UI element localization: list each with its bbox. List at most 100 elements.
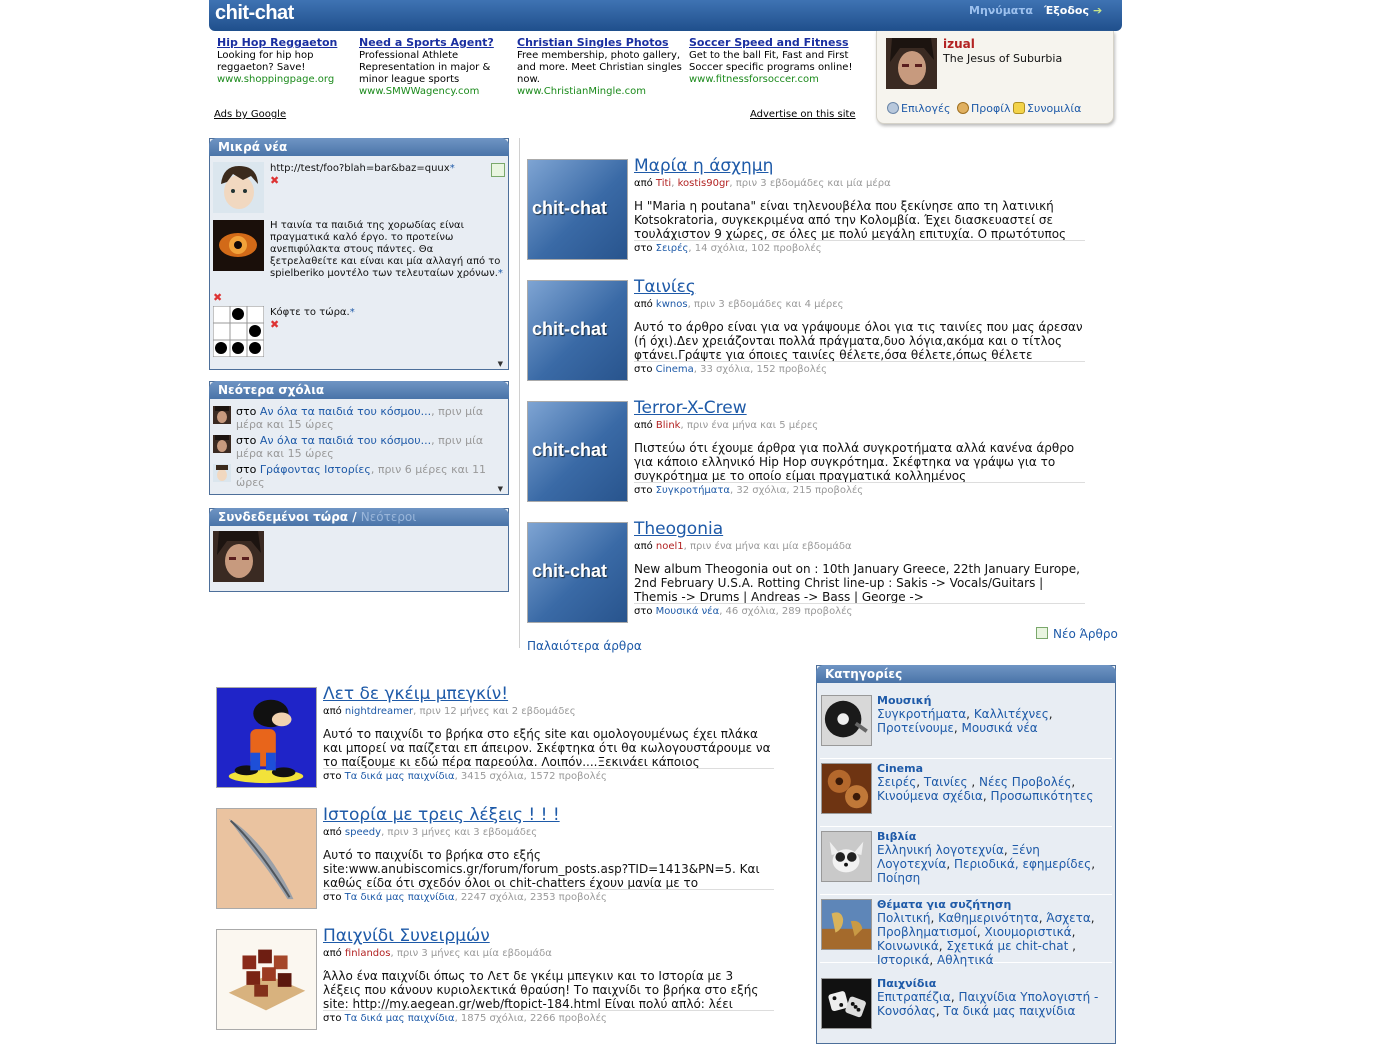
chat-button[interactable]: Συνομιλία <box>1013 102 1081 115</box>
category-link[interactable]: Τα δικά μας παιχνίδια <box>345 771 455 782</box>
category-image[interactable] <box>821 899 872 950</box>
user-name[interactable]: izual <box>943 37 975 51</box>
avatar[interactable] <box>213 531 264 582</box>
article-title[interactable]: Terror-X-Crew <box>634 398 747 418</box>
subcategory-link[interactable]: Κοινωνικά <box>877 939 939 953</box>
subcategory-link[interactable]: Ποίηση <box>877 871 920 885</box>
news-permalink[interactable]: * <box>498 268 503 279</box>
ad-2[interactable]: Need a Sports Agent? Professional Athlet… <box>359 37 511 98</box>
game-title[interactable]: Λετ δε γκέιμ μπεγκίν! <box>323 684 508 704</box>
ad-3[interactable]: Christian Singles Photos Free membership… <box>517 37 682 98</box>
article-title[interactable]: Theogonia <box>634 519 723 539</box>
category-image[interactable] <box>821 763 872 814</box>
category-image[interactable] <box>821 978 872 1029</box>
game-title[interactable]: Ιστορία με τρεις λέξεις ! ! ! <box>323 805 560 825</box>
subcategory-link[interactable]: Σειρές <box>877 775 916 789</box>
subcategory-link[interactable]: Συγκροτήματα <box>877 707 966 721</box>
category-name[interactable]: Cinema <box>877 762 923 775</box>
site-logo[interactable]: chit-chat <box>215 2 294 25</box>
delete-icon[interactable]: ✖ <box>270 174 279 187</box>
ads-by-google-link[interactable]: Ads by Google <box>214 109 286 120</box>
category-image[interactable] <box>821 831 872 882</box>
category-name[interactable]: Παιχνίδια <box>877 977 936 990</box>
category-name[interactable]: Βιβλία <box>877 830 916 843</box>
ad-4[interactable]: Soccer Speed and Fitness Get to the ball… <box>689 37 869 86</box>
ad-url[interactable]: www.fitnessforsoccer.com <box>689 74 869 86</box>
author-link[interactable]: Blink <box>656 420 681 431</box>
ad-title[interactable]: Need a Sports Agent? <box>359 37 511 49</box>
comment-link[interactable]: Γράφοντας Ιστορίες <box>260 463 371 476</box>
options-label[interactable]: Επιλογές <box>901 102 950 115</box>
subcategory-link[interactable]: Προβληματισμοί <box>877 925 977 939</box>
article-title[interactable]: Μαρία η άσχημη <box>634 156 773 176</box>
comment-link[interactable]: Αν όλα τα παιδιά του κόσμου... <box>260 434 431 447</box>
avatar[interactable] <box>213 435 231 453</box>
author-link[interactable]: speedy <box>345 827 381 838</box>
game-thumbnail[interactable] <box>216 929 317 1030</box>
category-name[interactable]: Μουσική <box>877 694 931 707</box>
article-thumbnail[interactable]: chit-chat <box>527 159 628 260</box>
subcategory-link[interactable]: Καθημερινότητα <box>938 911 1039 925</box>
author-link[interactable]: Titi <box>656 178 671 189</box>
subcategory-link[interactable]: Σχετικά με chit-chat <box>946 939 1072 953</box>
avatar[interactable] <box>213 306 264 357</box>
avatar[interactable] <box>213 162 264 213</box>
comment-link[interactable]: Αν όλα τα παιδιά του κόσμου... <box>260 405 431 418</box>
news-permalink[interactable]: * <box>350 307 355 318</box>
online-now-label[interactable]: Συνδεδεμένοι τώρα <box>218 510 348 524</box>
ad-title[interactable]: Hip Hop Reggaeton <box>217 37 352 49</box>
delete-icon[interactable]: ✖ <box>270 318 279 331</box>
author-link[interactable]: finlandos <box>345 948 391 959</box>
chat-label[interactable]: Συνομιλία <box>1027 102 1081 115</box>
subcategory-link[interactable]: Ταινίες <box>924 775 971 789</box>
category-link[interactable]: Συγκροτήματα <box>656 485 730 496</box>
article-thumbnail[interactable]: chit-chat <box>527 401 628 502</box>
subcategory-link[interactable]: Περιοδικά, εφημερίδες <box>954 857 1091 871</box>
ad-title[interactable]: Soccer Speed and Fitness <box>689 37 869 49</box>
subcategory-link[interactable]: Κινούμενα σχέδια <box>877 789 983 803</box>
category-name[interactable]: Θέματα για συζήτηση <box>877 898 1011 911</box>
subcategory-link[interactable]: Τα δικά μας παιχνίδια <box>944 1004 1076 1018</box>
scroll-down-icon[interactable]: ▼ <box>498 360 503 368</box>
author-link[interactable]: kwnos <box>656 299 688 310</box>
ad-1[interactable]: Hip Hop Reggaeton Looking for hip hop re… <box>217 37 352 86</box>
subcategory-link[interactable]: Μουσικά νέα <box>962 721 1038 735</box>
new-article-label[interactable]: Νέο Άρθρο <box>1053 627 1118 641</box>
exit-label[interactable]: Έξοδος <box>1044 4 1089 17</box>
messages-link[interactable]: Μηνύματα <box>969 4 1033 17</box>
profile-label[interactable]: Προφίλ <box>971 102 1010 115</box>
subcategory-link[interactable]: Ιστορικά <box>877 953 929 967</box>
avatar[interactable] <box>213 464 231 482</box>
subcategory-link[interactable]: Χιουμοριστικά <box>984 925 1071 939</box>
category-link[interactable]: Μουσικά νέα <box>656 606 720 617</box>
older-articles-link[interactable]: Παλαιότερα άρθρα <box>527 639 642 653</box>
ad-title[interactable]: Christian Singles Photos <box>517 37 682 49</box>
subcategory-link[interactable]: Προσωπικότητες <box>990 789 1093 803</box>
add-news-icon[interactable] <box>491 163 505 177</box>
subcategory-link[interactable]: Ελληνική λογοτεχνία <box>877 843 1004 857</box>
new-article-button[interactable]: Νέο Άρθρο <box>1036 627 1118 641</box>
subcategory-link[interactable]: Προτείνουμε <box>877 721 954 735</box>
subcategory-link[interactable]: Πολιτική <box>877 911 931 925</box>
scroll-down-icon[interactable]: ▼ <box>498 485 503 493</box>
subcategory-link[interactable]: Επιτραπέζια <box>877 990 951 1004</box>
news-permalink[interactable]: * <box>450 163 455 174</box>
category-link[interactable]: Σειρές <box>656 243 689 254</box>
ad-url[interactable]: www.SMWWagency.com <box>359 86 511 98</box>
author-link[interactable]: noel1 <box>656 541 684 552</box>
game-title[interactable]: Παιχνίδι Συνειρμών <box>323 926 490 946</box>
ad-url[interactable]: www.shoppingpage.org <box>217 74 352 86</box>
subcategory-link[interactable]: Νέες Προβολές <box>979 775 1071 789</box>
category-link[interactable]: Τα δικά μας παιχνίδια <box>345 892 455 903</box>
game-thumbnail[interactable] <box>216 808 317 909</box>
exit-link[interactable]: Έξοδος ➔ <box>1044 4 1102 17</box>
newest-users-link[interactable]: Νεότεροι <box>361 510 417 524</box>
author-link[interactable]: nightdreamer <box>345 706 413 717</box>
subcategory-link[interactable]: Άσχετα <box>1046 911 1090 925</box>
advertise-link[interactable]: Advertise on this site <box>750 109 856 120</box>
avatar[interactable] <box>886 38 937 89</box>
profile-button[interactable]: Προφίλ <box>957 102 1010 115</box>
options-button[interactable]: Επιλογές <box>887 102 950 115</box>
subcategory-link[interactable]: Αθλητικά <box>937 953 994 967</box>
article-thumbnail[interactable]: chit-chat <box>527 280 628 381</box>
